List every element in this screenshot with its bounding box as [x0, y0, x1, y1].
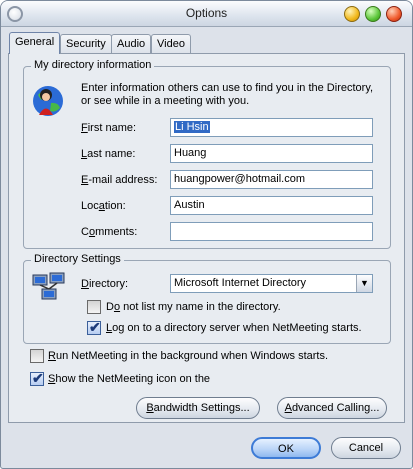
group-legend: Directory Settings	[31, 253, 124, 265]
options-window: Options General Security Audio Video My …	[0, 0, 413, 469]
user-directory-icon	[33, 86, 63, 116]
checkmark-icon: ✔	[32, 370, 44, 386]
dont-list-label: Do not list my name in the directory.	[106, 301, 281, 313]
logon-directory-label: Log on to a directory server when NetMee…	[106, 322, 362, 334]
ok-button[interactable]: OK	[251, 437, 321, 459]
location-label: Location:	[81, 200, 126, 212]
cancel-button[interactable]: Cancel	[331, 437, 401, 459]
close-button[interactable]	[386, 6, 402, 22]
show-icon-checkbox[interactable]: ✔	[30, 370, 44, 386]
first-name-label: First name:	[81, 122, 137, 134]
comments-label: Comments:	[81, 226, 138, 238]
directory-label: Directory:	[81, 278, 129, 290]
tab-video[interactable]: Video	[151, 34, 191, 53]
tab-security[interactable]: Security	[60, 34, 112, 53]
comments-field[interactable]	[170, 222, 373, 241]
email-address-label: E-mail address:	[81, 174, 158, 186]
general-tab-panel: My directory information Enter informati…	[8, 53, 405, 423]
chevron-down-icon[interactable]: ▼	[356, 275, 372, 292]
last-name-field[interactable]: Huang	[170, 144, 373, 163]
group-legend: My directory information	[31, 59, 155, 71]
minimize-button[interactable]	[344, 6, 360, 22]
show-icon-label: Show the NetMeeting icon on the	[48, 373, 211, 385]
directory-select[interactable]: Microsoft Internet Directory ▼	[170, 274, 373, 293]
dont-list-checkbox[interactable]	[87, 300, 101, 314]
advanced-calling-button[interactable]: Advanced Calling...	[277, 397, 387, 419]
location-field[interactable]: Austin	[170, 196, 373, 215]
title-bar: Options	[1, 1, 412, 27]
email-address-field[interactable]: huangpower@hotmail.com	[170, 170, 373, 189]
network-computers-icon	[32, 272, 65, 300]
last-name-label: Last name:	[81, 148, 136, 160]
directory-description-line1: Enter information others can use to find…	[81, 82, 374, 94]
maximize-button[interactable]	[365, 6, 381, 22]
directory-description-line2: or see while in a meeting with you.	[81, 95, 250, 107]
tab-audio[interactable]: Audio	[111, 34, 152, 53]
logon-directory-checkbox[interactable]: ✔	[87, 319, 101, 335]
run-background-label: Run NetMeeting in the background when Wi…	[48, 350, 329, 362]
bandwidth-settings-button[interactable]: Bandwidth Settings...	[136, 397, 260, 419]
checkmark-icon: ✔	[89, 319, 101, 335]
tab-general[interactable]: General	[9, 32, 61, 54]
first-name-field[interactable]: Li Hsin	[170, 118, 373, 137]
run-background-checkbox[interactable]	[30, 349, 44, 363]
